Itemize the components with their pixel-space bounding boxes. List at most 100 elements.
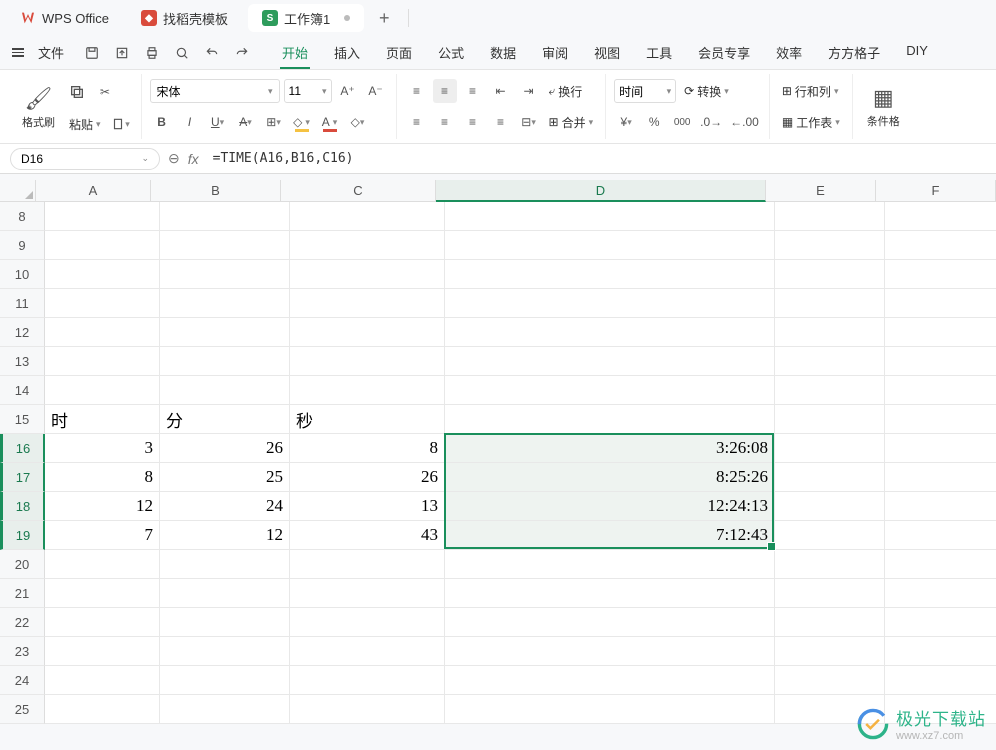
cell-C9[interactable] — [290, 231, 445, 260]
cell-A25[interactable] — [45, 695, 160, 724]
menu-view[interactable]: 视图 — [592, 37, 622, 68]
cell-A22[interactable] — [45, 608, 160, 637]
menu-insert[interactable]: 插入 — [332, 37, 362, 68]
cell-B9[interactable] — [160, 231, 290, 260]
align-center-button[interactable]: ≡ — [433, 110, 457, 134]
col-header-E[interactable]: E — [766, 180, 876, 202]
align-top-button[interactable]: ≡ — [405, 79, 429, 103]
cell-C8[interactable] — [290, 202, 445, 231]
cell-B16[interactable]: 26 — [160, 434, 290, 463]
row-header-16[interactable]: 16 — [0, 434, 45, 463]
cell-C13[interactable] — [290, 347, 445, 376]
justify-button[interactable]: ≡ — [489, 110, 513, 134]
distribute-button[interactable]: ⊟▾ — [517, 110, 541, 134]
cell-C15[interactable]: 秒 — [290, 405, 445, 434]
cell-B22[interactable] — [160, 608, 290, 637]
redo-icon[interactable] — [232, 43, 252, 63]
cell-B11[interactable] — [160, 289, 290, 318]
cell-A11[interactable] — [45, 289, 160, 318]
align-right-button[interactable]: ≡ — [461, 110, 485, 134]
cell-F10[interactable] — [885, 260, 996, 289]
cell-C23[interactable] — [290, 637, 445, 666]
hamburger-icon[interactable] — [12, 48, 24, 57]
cell-D12[interactable] — [445, 318, 775, 347]
cell-A24[interactable] — [45, 666, 160, 695]
row-header-10[interactable]: 10 — [0, 260, 45, 289]
copy-button[interactable] — [65, 80, 89, 104]
cell-F13[interactable] — [885, 347, 996, 376]
align-middle-button[interactable]: ≡ — [433, 79, 457, 103]
wrap-text-button[interactable]: ⤶换行 — [545, 79, 587, 103]
cell-D18[interactable]: 12:24:13 — [445, 492, 775, 521]
cell-C20[interactable] — [290, 550, 445, 579]
merge-button[interactable]: ⊞合并▾ — [545, 110, 598, 134]
cell-F11[interactable] — [885, 289, 996, 318]
cell-D10[interactable] — [445, 260, 775, 289]
font-color-button[interactable]: A▾ — [318, 110, 342, 134]
cell-F23[interactable] — [885, 637, 996, 666]
cell-B13[interactable] — [160, 347, 290, 376]
row-header-17[interactable]: 17 — [0, 463, 45, 492]
cell-E12[interactable] — [775, 318, 885, 347]
decrease-font-button[interactable]: A⁻ — [364, 79, 388, 103]
cell-D25[interactable] — [445, 695, 775, 724]
col-header-C[interactable]: C — [281, 180, 436, 202]
cell-F20[interactable] — [885, 550, 996, 579]
cell-C17[interactable]: 26 — [290, 463, 445, 492]
cell-A18[interactable]: 12 — [45, 492, 160, 521]
cell-A8[interactable] — [45, 202, 160, 231]
cell-D8[interactable] — [445, 202, 775, 231]
cell-F18[interactable] — [885, 492, 996, 521]
cell-C10[interactable] — [290, 260, 445, 289]
underline-button[interactable]: U▾ — [206, 110, 230, 134]
convert-button[interactable]: ⟳转换▾ — [680, 79, 733, 103]
cell-D13[interactable] — [445, 347, 775, 376]
cell-B24[interactable] — [160, 666, 290, 695]
row-header-25[interactable]: 25 — [0, 695, 45, 724]
row-header-12[interactable]: 12 — [0, 318, 45, 347]
cell-D14[interactable] — [445, 376, 775, 405]
cell-F16[interactable] — [885, 434, 996, 463]
row-header-20[interactable]: 20 — [0, 550, 45, 579]
cell-C19[interactable]: 43 — [290, 521, 445, 550]
format-brush-button[interactable]: 🖌 格式刷 — [16, 76, 61, 140]
undo-icon[interactable] — [202, 43, 222, 63]
cell-E24[interactable] — [775, 666, 885, 695]
cell-E19[interactable] — [775, 521, 885, 550]
cell-D15[interactable] — [445, 405, 775, 434]
save-icon[interactable] — [82, 43, 102, 63]
currency-button[interactable]: ¥▾ — [614, 110, 638, 134]
fill-color-button[interactable]: ◇▾ — [290, 110, 314, 134]
select-all-corner[interactable] — [0, 180, 36, 202]
cell-F21[interactable] — [885, 579, 996, 608]
worksheet-button[interactable]: ▦工作表▾ — [778, 110, 844, 134]
cell-E11[interactable] — [775, 289, 885, 318]
row-header-18[interactable]: 18 — [0, 492, 45, 521]
menu-start[interactable]: 开始 — [280, 37, 310, 68]
menu-efficiency[interactable]: 效率 — [774, 37, 804, 68]
paste-button[interactable]: 粘贴▾ — [65, 112, 105, 136]
col-header-F[interactable]: F — [876, 180, 996, 202]
align-left-button[interactable]: ≡ — [405, 110, 429, 134]
clear-format-button[interactable]: ◇▾ — [346, 110, 370, 134]
cell-E23[interactable] — [775, 637, 885, 666]
menu-ffgz[interactable]: 方方格子 — [826, 37, 882, 68]
cell-E20[interactable] — [775, 550, 885, 579]
cell-A20[interactable] — [45, 550, 160, 579]
cell-E21[interactable] — [775, 579, 885, 608]
file-menu[interactable]: 文件 — [38, 43, 64, 62]
col-header-A[interactable]: A — [36, 180, 151, 202]
cell-B14[interactable] — [160, 376, 290, 405]
col-header-B[interactable]: B — [151, 180, 281, 202]
cell-B15[interactable]: 分 — [160, 405, 290, 434]
tab-templates[interactable]: ◆ 找稻壳模板 — [127, 4, 242, 32]
spreadsheet-grid[interactable]: ABCDEF89101112131415时分秒1632683:26:081782… — [0, 180, 996, 740]
cell-D9[interactable] — [445, 231, 775, 260]
cell-B20[interactable] — [160, 550, 290, 579]
cell-B19[interactable]: 12 — [160, 521, 290, 550]
percent-button[interactable]: % — [642, 110, 666, 134]
cell-A21[interactable] — [45, 579, 160, 608]
cell-B8[interactable] — [160, 202, 290, 231]
increase-indent-button[interactable]: ⇥ — [517, 79, 541, 103]
row-header-21[interactable]: 21 — [0, 579, 45, 608]
